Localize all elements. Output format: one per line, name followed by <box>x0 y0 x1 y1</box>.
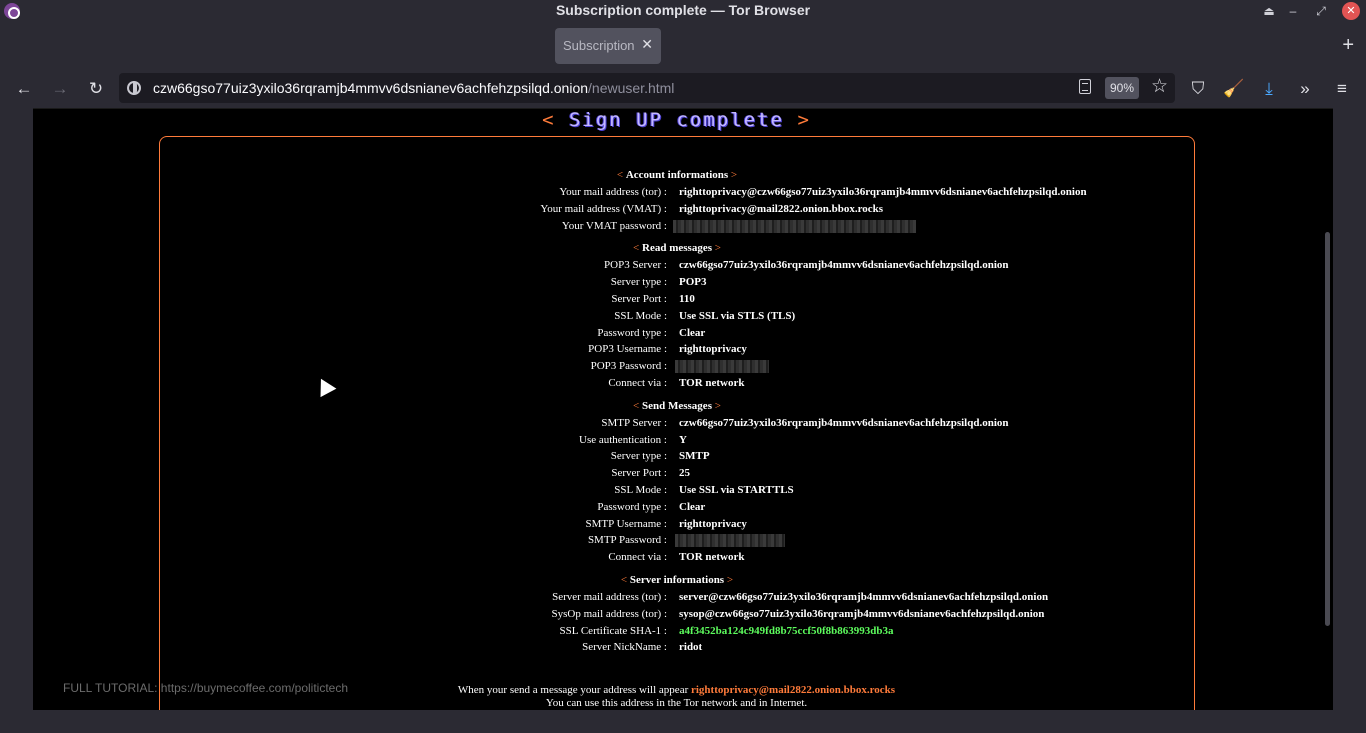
tab-close-icon[interactable]: ✕ <box>641 36 653 53</box>
downloads-icon[interactable]: ⤓ <box>1258 78 1280 100</box>
table-row: Connect via : TOR network <box>608 551 745 564</box>
tab-strip: Subscription complete ✕ + <box>0 22 1366 70</box>
redacted-password <box>673 219 916 233</box>
onion-site-icon[interactable] <box>127 81 141 95</box>
new-identity-broom-icon[interactable]: 🧹 <box>1223 78 1245 100</box>
table-row: SSL Mode : Use SSL via STARTTLS <box>614 483 794 496</box>
url-bar[interactable]: czw66gso77uiz3yxilo36rqramjb4mmvv6dsnian… <box>119 73 1175 103</box>
redacted-password <box>675 360 769 374</box>
tab-label: Subscription complete <box>563 38 637 53</box>
table-row: POP3 Password : <box>160 358 1194 375</box>
new-tab-icon[interactable]: + <box>1342 35 1354 55</box>
info-box: < Account informations > Your mail addre… <box>159 136 1195 710</box>
back-icon[interactable]: ← <box>12 78 36 100</box>
table-row: Server type : POP3 <box>610 276 707 289</box>
section-title-read: < Read messages > <box>633 242 721 255</box>
tab-subscription-complete[interactable]: Subscription complete ✕ <box>555 28 661 64</box>
footer-note: When your send a message your address wi… <box>33 684 1320 710</box>
table-row: SysOp mail address (tor) : sysop@czw66gso… <box>551 607 1045 620</box>
minimize-to-tray-icon[interactable]: ⏏ <box>1260 2 1278 20</box>
table-row: SMTP Password : <box>160 532 1194 549</box>
reader-view-icon[interactable] <box>1079 79 1091 94</box>
forward-icon[interactable]: → <box>48 78 72 100</box>
table-row: Password type : Clear <box>597 326 706 339</box>
table-row: POP3 Username : righttoprivacy <box>588 343 747 356</box>
table-row: SMTP Username : righttoprivacy <box>585 517 747 530</box>
url-host: czw66gso77uiz3yxilo36rqramjb4mmvv6dsnian… <box>153 80 589 96</box>
table-row: Your VMAT password : <box>160 218 1194 235</box>
table-row: Your mail address (VMAT) : righttoprivacy… <box>540 202 884 215</box>
table-row: SSL Certificate SHA-1 : a4f3452ba124c949f… <box>559 624 894 637</box>
section-title-account: < Account informations > <box>616 169 738 181</box>
heading-bracket-open: < <box>542 109 556 131</box>
footer-address[interactable]: righttoprivacy@mail2822.onion.bbox.rocks <box>691 684 895 696</box>
bottom-bar <box>0 710 1366 733</box>
table-row: Your mail address (tor) : righttoprivacy@… <box>559 186 1087 198</box>
shield-icon[interactable]: ⛉ <box>1187 78 1209 100</box>
url-path: /newuser.html <box>588 80 675 96</box>
page-heading: < Sign UP complete > <box>33 109 1320 131</box>
title-bar: Subscription complete — Tor Browser ⏏ – … <box>0 0 1366 22</box>
more-tools-chevron-icon[interactable]: » <box>1294 78 1316 100</box>
close-icon[interactable]: ✕ <box>1342 2 1360 20</box>
bookmark-star-icon[interactable]: ☆ <box>1151 76 1168 98</box>
section-title-send: < Send Messages > <box>633 399 721 412</box>
table-row: SSL Mode : Use SSL via STLS (TLS) <box>614 309 796 322</box>
heading-text: Sign UP complete <box>568 109 785 131</box>
maximize-icon[interactable]: ⤢ <box>1312 2 1330 20</box>
heading-bracket-close: > <box>797 109 811 131</box>
table-row: SMTP Server : czw66gso77uiz3yxilo36rqramj… <box>601 416 1009 429</box>
footer-line-2: You can use this address in the Tor netw… <box>545 697 808 709</box>
footer-line-1: When your send a message your address wi… <box>457 684 896 696</box>
hamburger-menu-icon[interactable]: ≡ <box>1331 78 1353 100</box>
section-title-server: < Server informations > <box>620 573 734 586</box>
table-row: Server type : SMTP <box>610 450 710 463</box>
table-row: POP3 Server : czw66gso77uiz3yxilo36rqramj… <box>604 259 1009 272</box>
zoom-level-button[interactable]: 90% <box>1105 77 1139 99</box>
table-row: Server mail address (tor) : server@czw66g… <box>552 590 1049 603</box>
window-title: Subscription complete — Tor Browser <box>555 2 811 18</box>
navigation-bar: ← → ↻ czw66gso77uiz3yxilo36rqramjb4mmvv6… <box>0 70 1366 108</box>
page-viewport: < Sign UP complete > < Account informati… <box>33 108 1333 710</box>
info-table: < Account informations > Your mail addre… <box>160 167 1194 656</box>
table-row: Server NickName : ridot <box>582 641 703 654</box>
vertical-scrollbar[interactable] <box>1325 232 1330 626</box>
reload-icon[interactable]: ↻ <box>84 78 108 100</box>
table-row: Use authentication :Y <box>579 433 687 446</box>
table-row: Server Port :110 <box>611 292 695 305</box>
redacted-password <box>675 534 785 548</box>
table-row: Server Port :25 <box>611 467 690 480</box>
url-text[interactable]: czw66gso77uiz3yxilo36rqramjb4mmvv6dsnian… <box>153 80 674 96</box>
table-row: Password type : Clear <box>597 500 706 513</box>
minimize-icon[interactable]: – <box>1284 2 1302 20</box>
